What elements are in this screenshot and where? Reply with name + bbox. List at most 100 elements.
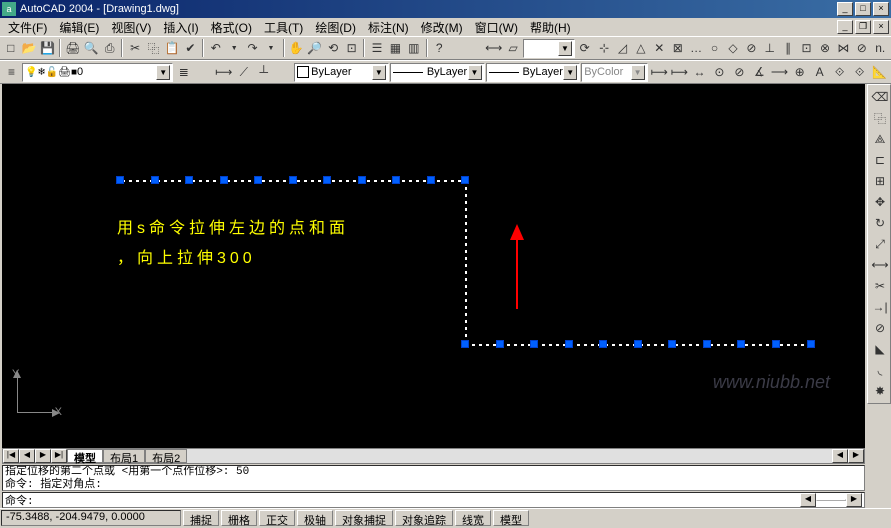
copy-icon[interactable]: ⿻ — [145, 38, 162, 58]
snap-ins-icon[interactable]: ⊡ — [798, 38, 815, 58]
menu-edit[interactable]: 编辑(E) — [53, 18, 105, 37]
grip-point[interactable] — [565, 340, 573, 348]
snap-int-icon[interactable]: ✕ — [651, 38, 668, 58]
extend-icon[interactable]: →| — [870, 297, 890, 317]
snap-ext-icon[interactable]: … — [687, 38, 704, 58]
move-icon[interactable]: ✥ — [870, 192, 890, 212]
dim-1-icon[interactable]: ⟼ — [650, 62, 669, 82]
dim-7-icon[interactable]: ⟶ — [770, 62, 789, 82]
publish-icon[interactable]: ⎙ — [101, 38, 118, 58]
dim-style-dropdown[interactable]: ▼ — [523, 39, 575, 58]
hscroll-left[interactable]: ◀ — [832, 449, 848, 463]
menu-insert[interactable]: 插入(I) — [157, 18, 204, 37]
snap-none-icon[interactable]: ⊘ — [853, 38, 870, 58]
grip-point[interactable] — [220, 176, 228, 184]
snap-mid-icon[interactable]: △ — [632, 38, 649, 58]
pan-icon[interactable]: ✋ — [288, 38, 305, 58]
grip-point[interactable] — [634, 340, 642, 348]
lineweight-dropdown[interactable]: ByLayer ▼ — [486, 63, 581, 82]
close-button[interactable]: × — [873, 2, 889, 16]
snap-quad-icon[interactable]: ◇ — [724, 38, 741, 58]
layer-prev-icon[interactable]: ≣ — [174, 62, 193, 82]
hscroll-track[interactable] — [187, 449, 832, 463]
dim-4-icon[interactable]: ⊙ — [710, 62, 729, 82]
dim-ordinate-icon[interactable]: ┴ — [254, 62, 273, 82]
cut-icon[interactable]: ✂ — [126, 38, 143, 58]
tab-scroll-prev[interactable]: ◀ — [19, 449, 35, 463]
menu-window[interactable]: 窗口(W) — [469, 18, 524, 37]
snap-cen-icon[interactable]: ○ — [706, 38, 723, 58]
erase-icon[interactable]: ⌫ — [870, 87, 890, 107]
snap-tan-icon[interactable]: ⊘ — [743, 38, 760, 58]
status-polar[interactable]: 极轴 — [297, 510, 333, 526]
paste-icon[interactable]: 📋 — [163, 38, 180, 58]
copy-obj-icon[interactable]: ⿻ — [870, 108, 890, 128]
grip-point[interactable] — [703, 340, 711, 348]
doc-minimize-button[interactable]: _ — [837, 20, 853, 34]
color-dropdown[interactable]: ByLayer ▼ — [294, 63, 389, 82]
undo-dd-icon[interactable]: ▼ — [225, 38, 242, 58]
grip-point[interactable] — [599, 340, 607, 348]
menu-help[interactable]: 帮助(H) — [524, 18, 577, 37]
area-icon[interactable]: ▱ — [504, 38, 521, 58]
dim-aligned-icon[interactable]: ⟋ — [234, 62, 253, 82]
undo-icon[interactable]: ↶ — [207, 38, 224, 58]
status-lwt[interactable]: 线宽 — [455, 510, 491, 526]
grip-point[interactable] — [668, 340, 676, 348]
doc-restore-button[interactable]: ❐ — [855, 20, 871, 34]
grip-corner[interactable] — [461, 176, 469, 184]
dim-linear-icon[interactable]: ⟼ — [214, 62, 233, 82]
dim-8-icon[interactable]: ⊕ — [790, 62, 809, 82]
array-icon[interactable]: ⊞ — [870, 171, 890, 191]
chamfer-icon[interactable]: ◣ — [870, 339, 890, 359]
new-icon[interactable]: □ — [2, 38, 19, 58]
toolpalette-icon[interactable]: ▥ — [405, 38, 422, 58]
menu-file[interactable]: 文件(F) — [2, 18, 53, 37]
layer-manager-icon[interactable]: ≡ — [2, 62, 21, 82]
zoom-prev-icon[interactable]: ⟲ — [325, 38, 342, 58]
grip-point[interactable] — [807, 340, 815, 348]
grip-point[interactable] — [185, 176, 193, 184]
open-icon[interactable]: 📂 — [20, 38, 37, 58]
designcenter-icon[interactable]: ▦ — [387, 38, 404, 58]
status-ortho[interactable]: 正交 — [259, 510, 295, 526]
grip-point[interactable] — [427, 176, 435, 184]
redo-dd-icon[interactable]: ▼ — [262, 38, 279, 58]
doc-close-button[interactable]: × — [873, 20, 889, 34]
command-input-row[interactable]: 命令: ◀ ▶ — [2, 492, 865, 508]
grip-point[interactable] — [116, 176, 124, 184]
break-icon[interactable]: ⊘ — [870, 318, 890, 338]
preview-icon[interactable]: 🔍 — [83, 38, 100, 58]
osnap-settings-icon[interactable]: n. — [872, 38, 889, 58]
menu-tools[interactable]: 工具(T) — [258, 18, 309, 37]
explode-icon[interactable]: ✸ — [870, 381, 890, 401]
mirror-icon[interactable]: ⟁ — [870, 129, 890, 149]
tab-scroll-last[interactable]: ▶| — [51, 449, 67, 463]
status-otrack[interactable]: 对象追踪 — [395, 510, 453, 526]
dim-6-icon[interactable]: ∡ — [750, 62, 769, 82]
grip-point[interactable] — [151, 176, 159, 184]
status-snap[interactable]: 捕捉 — [183, 510, 219, 526]
tab-scroll-first[interactable]: |◀ — [3, 449, 19, 463]
dim-5-icon[interactable]: ⊘ — [730, 62, 749, 82]
drawing-canvas[interactable]: 用s命令拉伸左边的点和面 ，向上拉伸300 www.niubb.net Y X — [2, 84, 865, 448]
dim-11-icon[interactable]: ⟐ — [850, 62, 869, 82]
dist-icon[interactable]: ⟷ — [484, 38, 503, 58]
grip-point[interactable] — [772, 340, 780, 348]
minimize-button[interactable]: _ — [837, 2, 853, 16]
tab-model[interactable]: 模型 — [67, 449, 103, 463]
save-icon[interactable]: 💾 — [39, 38, 56, 58]
menu-dimension[interactable]: 标注(N) — [362, 18, 415, 37]
snap-appint-icon[interactable]: ⊠ — [669, 38, 686, 58]
fillet-icon[interactable]: ◟ — [870, 360, 890, 380]
snap-near-icon[interactable]: ⋈ — [835, 38, 852, 58]
dim-3-icon[interactable]: ↔ — [690, 62, 709, 82]
dim-update-icon[interactable]: ⟳ — [576, 38, 593, 58]
tab-scroll-next[interactable]: ▶ — [35, 449, 51, 463]
scale-icon[interactable]: ⤢ — [870, 234, 890, 254]
stretch-icon[interactable]: ⟷ — [870, 255, 890, 275]
redo-icon[interactable]: ↷ — [244, 38, 261, 58]
snap-perp-icon[interactable]: ⊥ — [761, 38, 778, 58]
snap-node-icon[interactable]: ⊗ — [816, 38, 833, 58]
zoom-rt-icon[interactable]: 🔎 — [306, 38, 323, 58]
